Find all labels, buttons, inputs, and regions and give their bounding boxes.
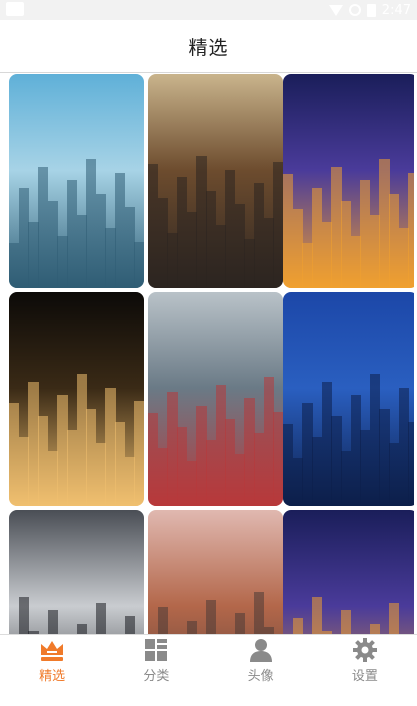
building-shape [186,620,197,634]
wallpaper-grid [9,74,414,634]
building-shape [124,616,136,634]
app-icon [6,2,24,16]
thumbnail-image [9,574,144,634]
status-bar: 2:47 [0,0,417,20]
bottom-tab-bar: 精选 分类 头像 设置 [0,634,417,685]
battery-icon [366,3,376,17]
person-icon [249,638,272,662]
thumbnail-image [283,138,414,288]
building-shape [273,162,283,288]
tab-label: 分类 [143,668,170,684]
tab-label: 头像 [247,668,274,684]
building-shape [95,602,107,634]
thumbnail-image [148,138,283,288]
building-shape [273,411,283,506]
header: 精选 [0,20,417,73]
signal-icon [348,4,361,16]
clock: 2:47 [381,2,411,18]
wallpaper-tile[interactable] [283,510,414,634]
tab-featured[interactable]: 精选 [0,635,104,685]
crown-icon [41,640,64,661]
building-shape [47,610,58,634]
building-shape [340,610,352,634]
thumbnail-image [9,138,144,288]
thumbnail-image [283,574,414,634]
tab-avatar[interactable]: 头像 [209,635,313,685]
tab-settings[interactable]: 设置 [313,635,417,685]
wallpaper-tile[interactable] [148,74,283,288]
building-shape [292,617,303,634]
wallpaper-tile[interactable] [283,74,414,288]
bottom-spacer [0,684,417,706]
building-shape [263,626,275,634]
building-shape [311,596,323,634]
tab-label: 设置 [351,668,378,684]
wifi-icon [328,4,343,16]
thumbnail-image [283,356,414,506]
building-shape [157,607,168,634]
thumbnail-image [148,574,283,634]
building-shape [18,596,29,634]
gear-icon [352,637,377,662]
building-shape [408,422,414,506]
building-shape [76,623,87,634]
building-shape [369,623,381,634]
building-shape [389,602,400,634]
building-shape [134,401,144,506]
status-icons: 2:47 [328,1,411,19]
wallpaper-tile[interactable] [9,510,144,634]
tab-category[interactable]: 分类 [104,635,208,685]
wallpaper-tile[interactable] [9,74,144,288]
building-shape [205,599,217,634]
building-shape [234,613,246,634]
category-grid-icon [145,638,168,661]
wallpaper-tile[interactable] [9,292,144,506]
page-title: 精选 [188,36,229,59]
wallpaper-tile[interactable] [148,292,283,506]
wallpaper-tile[interactable] [283,292,414,506]
tab-label: 精选 [39,668,66,684]
building-shape [408,172,414,288]
thumbnail-image [9,356,144,506]
wallpaper-tile[interactable] [148,510,283,634]
thumbnail-image [148,356,283,506]
building-shape [134,241,144,288]
